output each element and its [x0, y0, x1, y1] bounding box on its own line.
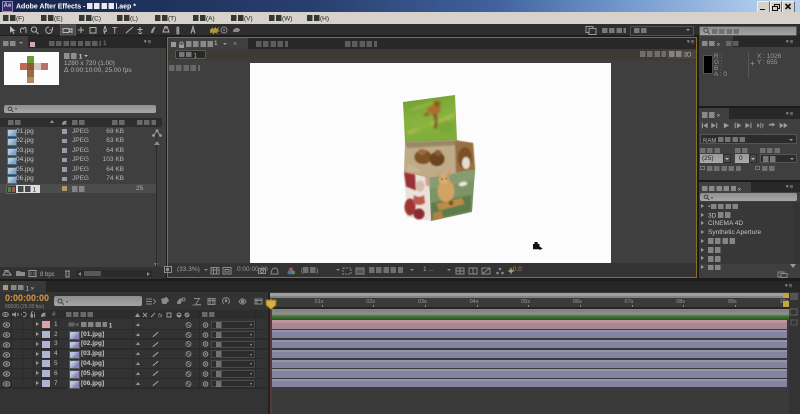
- svg-text:fx: fx: [158, 313, 164, 319]
- svg-text:T: T: [112, 26, 118, 36]
- svg-text:8 bpc: 8 bpc: [40, 272, 55, 278]
